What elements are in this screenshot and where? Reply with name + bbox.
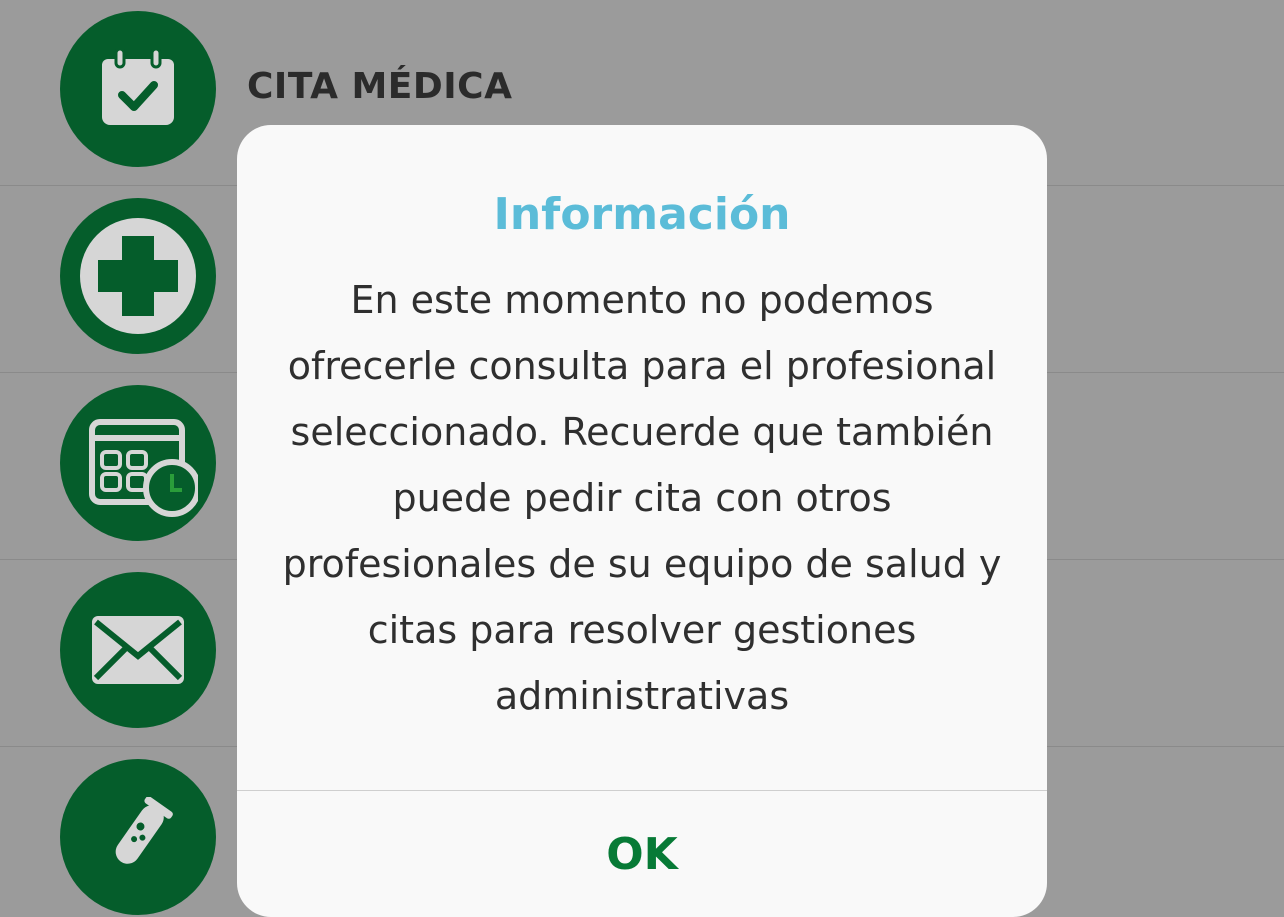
medical-cross-icon (60, 198, 216, 354)
envelope-icon (60, 572, 216, 728)
app-screen: CITA MÉDICA Información En este momento … (0, 0, 1284, 917)
test-tube-icon (60, 759, 216, 915)
dialog-title: Información (493, 189, 791, 240)
calendar-clock-icon (60, 385, 216, 541)
menu-item-label: CITA MÉDICA (247, 66, 513, 107)
calendar-check-icon (60, 11, 216, 167)
info-dialog: Información En este momento no podemos o… (237, 125, 1047, 917)
dialog-message: En este momento no podemos ofrecerle con… (282, 278, 1002, 718)
ok-button[interactable]: OK (237, 791, 1047, 917)
